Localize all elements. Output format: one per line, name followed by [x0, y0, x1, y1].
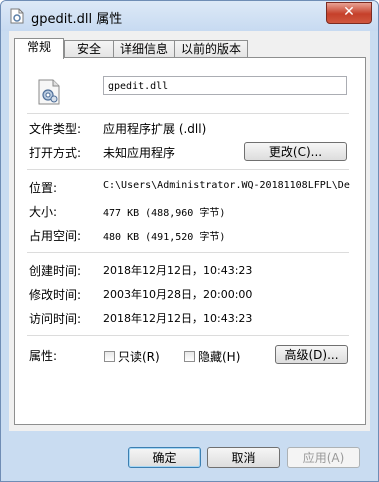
apply-button[interactable]: 应用(A): [287, 447, 360, 468]
created-value: 2018年12月12日，10:43:23: [103, 264, 253, 277]
open-with-label: 打开方式:: [29, 146, 82, 160]
readonly-checkbox[interactable]: [104, 351, 115, 362]
hidden-label[interactable]: 隐藏(H): [198, 348, 240, 365]
dll-file-icon: [38, 79, 60, 105]
open-with-value: 未知应用程序: [103, 146, 176, 160]
close-button[interactable]: ✕: [326, 2, 372, 24]
size-label: 大小:: [29, 205, 58, 219]
separator: [27, 335, 349, 336]
location-value: C:\Users\Administrator.WQ-20181108LFPL\D…: [103, 180, 350, 191]
created-label: 创建时间:: [29, 264, 82, 278]
file-icon: [10, 8, 24, 24]
accessed-label: 访问时间:: [29, 312, 82, 326]
ok-button[interactable]: 确定: [128, 447, 201, 468]
file-type-label: 文件类型:: [29, 122, 82, 136]
file-name-field[interactable]: gpedit.dll: [103, 76, 347, 95]
location-label: 位置:: [29, 181, 58, 195]
accessed-value: 2018年12月12日，10:43:23: [103, 312, 253, 325]
general-tab-page: gpedit.dll 文件类型: 应用程序扩展 (.dll) 打开方式: 未知应…: [14, 57, 366, 425]
readonly-label[interactable]: 只读(R): [118, 348, 160, 365]
advanced-button[interactable]: 高级(D)...: [275, 345, 348, 364]
separator: [27, 252, 349, 253]
attributes-label: 属性:: [29, 349, 58, 363]
separator: [27, 113, 349, 114]
change-button[interactable]: 更改(C)...: [244, 142, 347, 161]
separator: [27, 169, 349, 170]
modified-value: 2003年10月28日，20:00:00: [103, 288, 253, 301]
cancel-button[interactable]: 取消: [207, 447, 280, 468]
tab-details[interactable]: 详细信息: [113, 40, 175, 58]
title-bar[interactable]: gpedit.dll 属性 ✕: [1, 1, 378, 31]
size-on-disk-value: 480 KB (491,520 字节): [103, 232, 226, 243]
hidden-checkbox[interactable]: [184, 351, 195, 362]
window-title: gpedit.dll 属性: [31, 12, 123, 27]
tab-general[interactable]: 常规: [14, 38, 64, 59]
size-value: 477 KB (488,960 字节): [103, 208, 226, 219]
close-icon: ✕: [343, 4, 355, 20]
size-on-disk-label: 占用空间:: [29, 229, 82, 243]
tab-security[interactable]: 安全: [64, 40, 114, 58]
modified-label: 修改时间:: [29, 288, 82, 302]
file-type-value: 应用程序扩展 (.dll): [103, 122, 207, 136]
tab-previous-versions[interactable]: 以前的版本: [174, 40, 248, 58]
